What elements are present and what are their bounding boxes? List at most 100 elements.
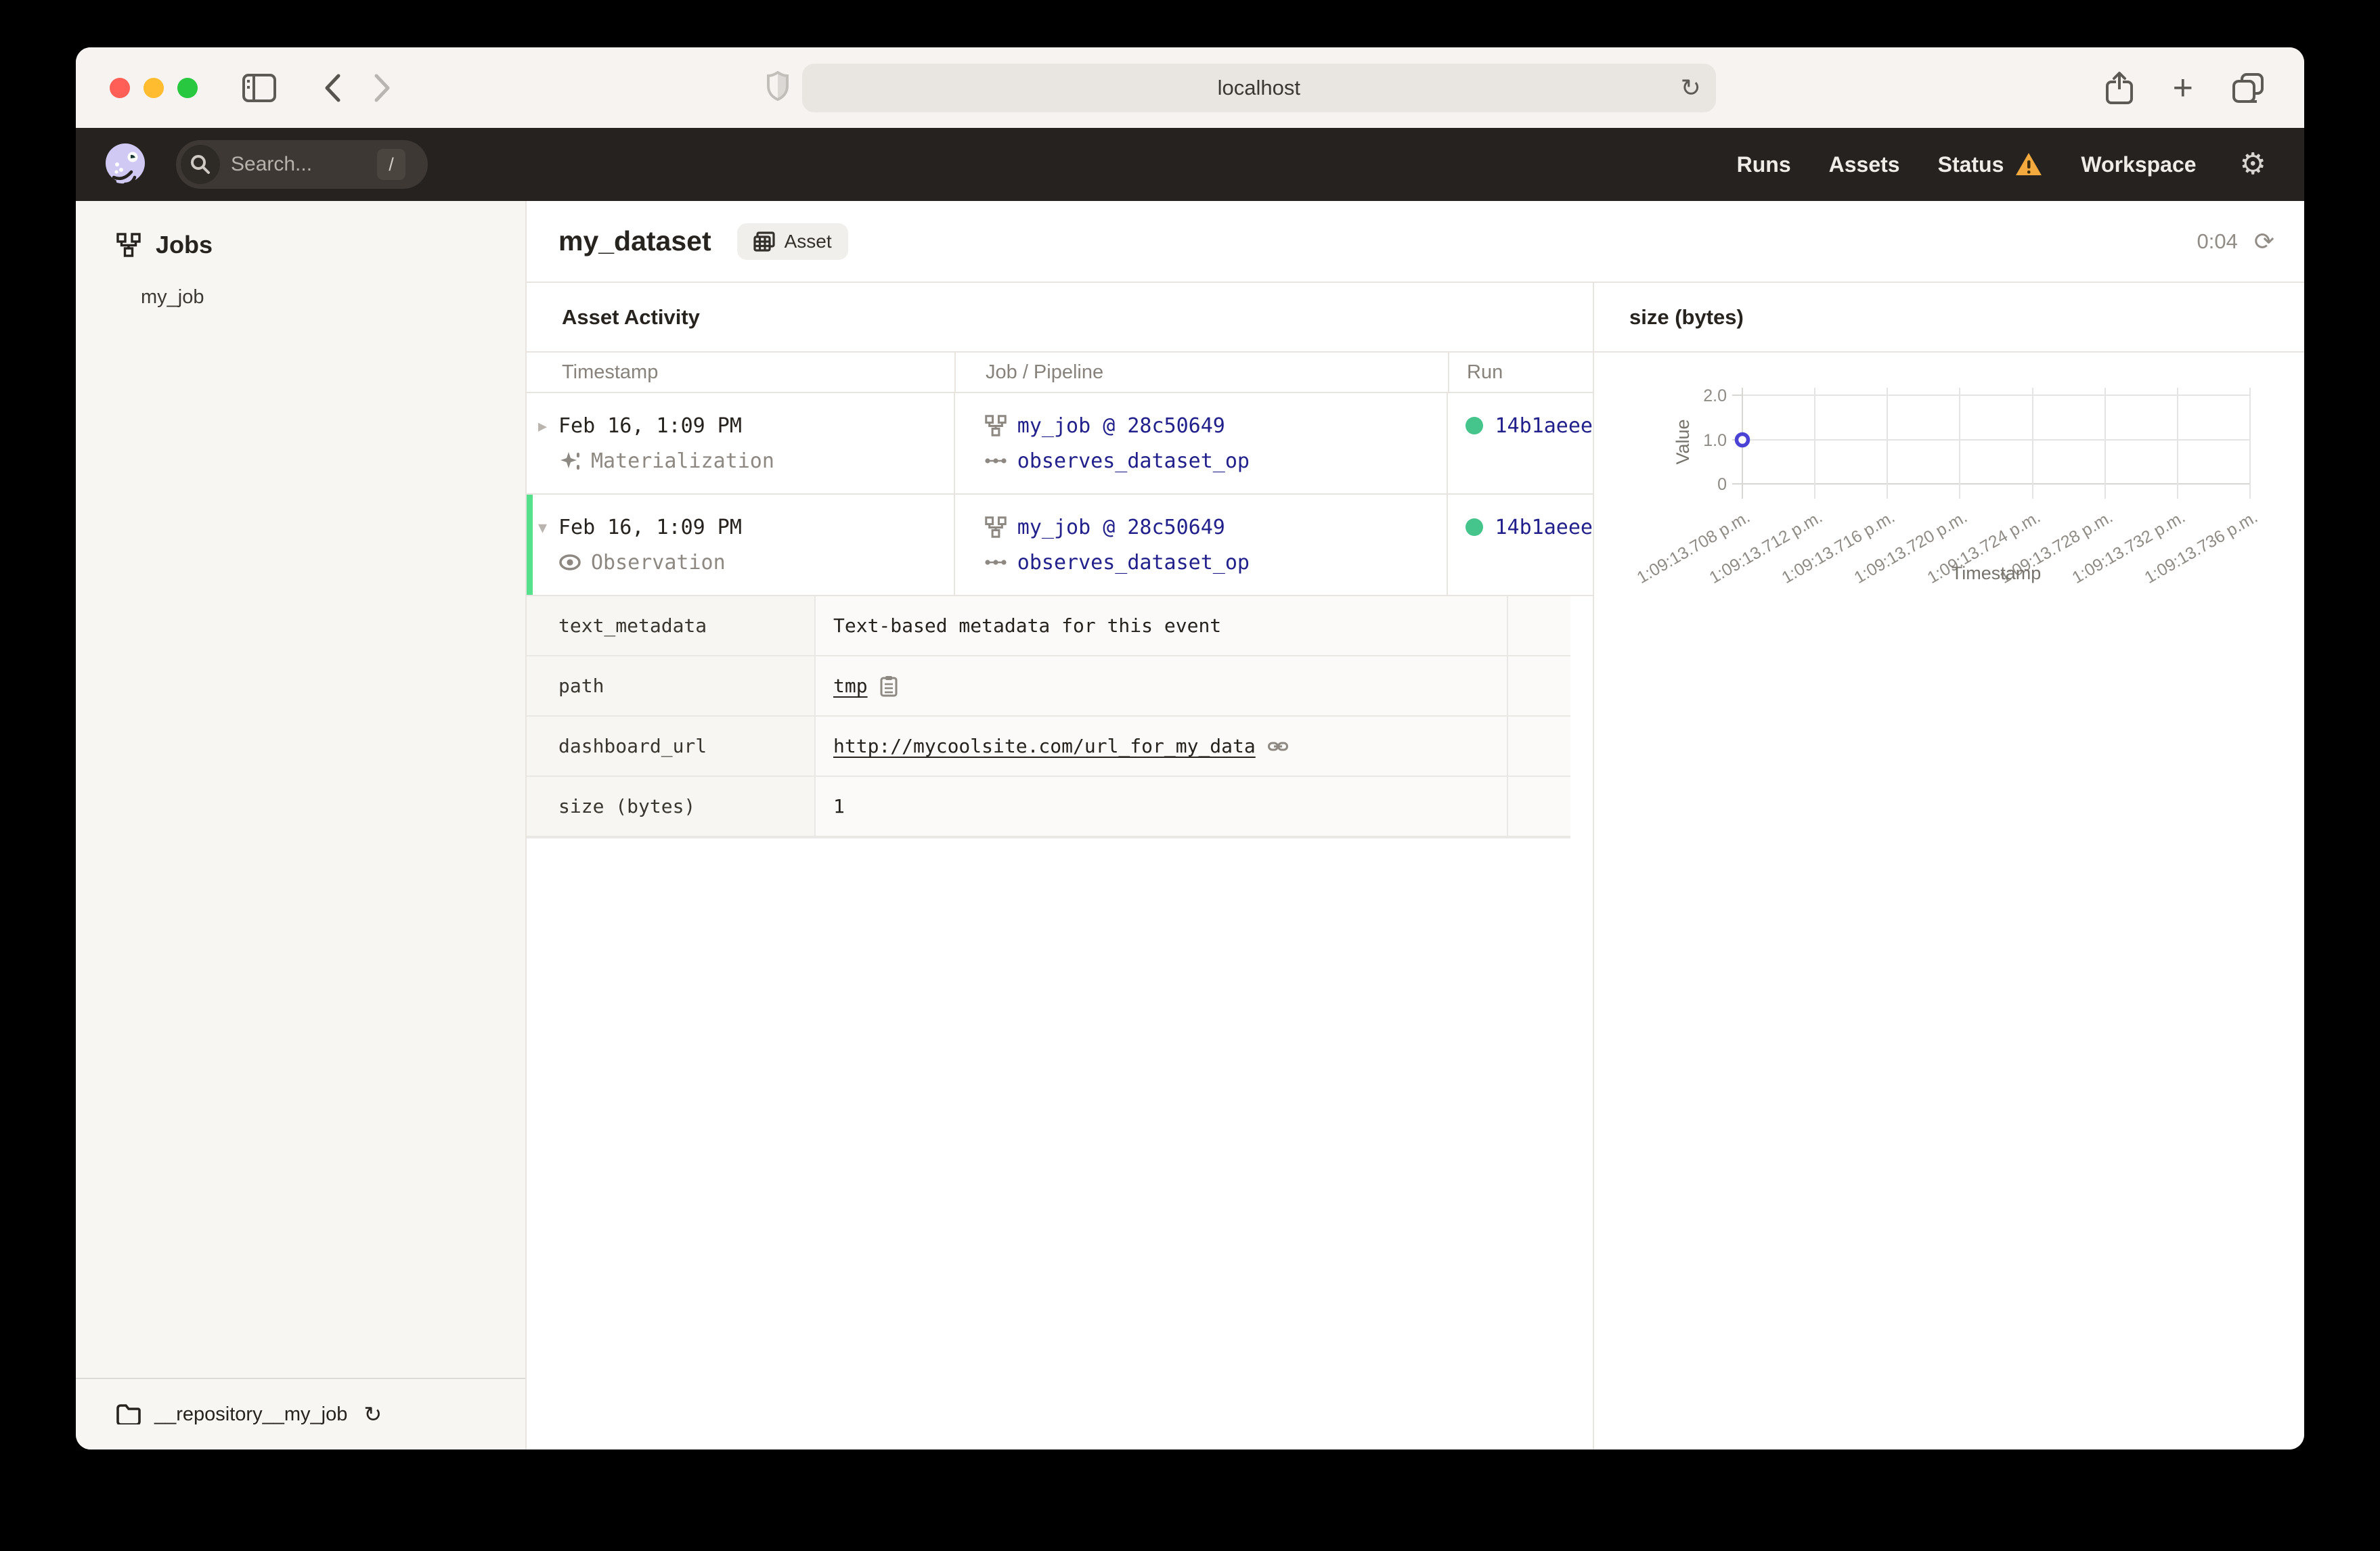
op-chain-icon bbox=[985, 458, 1007, 464]
back-button[interactable] bbox=[324, 73, 341, 103]
global-search[interactable]: / bbox=[176, 140, 428, 189]
refresh-button[interactable]: ⟳ bbox=[2254, 229, 2274, 254]
sidebar-item-my-job[interactable]: my_job bbox=[141, 286, 525, 309]
search-shortcut-badge: / bbox=[377, 149, 405, 180]
tab-overview-icon bbox=[2232, 72, 2264, 103]
y-tick-1: 1.0 bbox=[1703, 431, 1727, 450]
left-sidebar: Jobs my_job __repository__my_job ↻ bbox=[76, 201, 527, 1449]
repository-footer: __repository__my_job ↻ bbox=[76, 1378, 525, 1449]
chart-title: size (bytes) bbox=[1629, 305, 1744, 329]
nav-assets[interactable]: Assets bbox=[1829, 152, 1900, 177]
event-type-label: Materialization bbox=[591, 449, 774, 473]
op-link[interactable]: observes_dataset_op bbox=[1017, 449, 1250, 473]
app-header: / Runs Assets Status Workspace ⚙ bbox=[76, 128, 2304, 201]
nav-status-label: Status bbox=[1937, 152, 2004, 177]
sidebar-jobs-title: Jobs bbox=[156, 231, 213, 258]
event-row-materialization[interactable]: ▸ Feb 16, 1:09 PM Materialization my_job… bbox=[527, 393, 1593, 495]
dagster-logo[interactable] bbox=[103, 142, 148, 187]
expand-caret-icon[interactable]: ▸ bbox=[527, 415, 558, 436]
address-bar[interactable]: localhost ↻ bbox=[801, 63, 1716, 112]
forward-button[interactable] bbox=[374, 73, 391, 103]
metadata-row-text-metadata: text_metadata Text-based metadata for th… bbox=[527, 596, 1570, 656]
observation-eye-icon bbox=[559, 554, 581, 570]
asset-page-header: my_dataset Asset 0:04 ⟳ bbox=[527, 201, 2304, 283]
minimize-window-button[interactable] bbox=[144, 77, 164, 98]
event-metadata-table: text_metadata Text-based metadata for th… bbox=[527, 596, 1570, 838]
data-point bbox=[1734, 432, 1750, 448]
zoom-window-button[interactable] bbox=[177, 77, 198, 98]
jobs-dag-icon bbox=[116, 233, 141, 257]
plus-icon: + bbox=[2172, 68, 2193, 108]
metadata-row-dashboard-url: dashboard_url http://mycoolsite.com/url_… bbox=[527, 717, 1570, 777]
reload-page-button[interactable]: ↻ bbox=[1681, 75, 1701, 100]
col-job-pipeline: Job / Pipeline bbox=[956, 353, 1449, 392]
asset-activity-panel: Asset Activity Timestamp Job / Pipeline … bbox=[527, 283, 1594, 1449]
copy-clipboard-icon[interactable] bbox=[880, 675, 898, 697]
main-content: my_dataset Asset 0:04 ⟳ Asset Activity T… bbox=[527, 201, 2304, 1449]
search-icon-circle bbox=[181, 145, 220, 184]
sidebar-toggle-icon bbox=[242, 73, 276, 102]
run-id-link[interactable]: 14b1aeee bbox=[1495, 414, 1593, 438]
nav-status[interactable]: Status bbox=[1938, 152, 2044, 177]
metadata-key: size (bytes) bbox=[527, 777, 816, 836]
y-tick-2: 2.0 bbox=[1703, 386, 1727, 405]
materialization-sparkle-icon bbox=[560, 452, 579, 470]
new-tab-button[interactable]: + bbox=[2173, 70, 2193, 106]
nav-runs[interactable]: Runs bbox=[1737, 152, 1791, 177]
col-run: Run bbox=[1467, 361, 1503, 383]
event-type-label: Observation bbox=[591, 550, 726, 575]
sidebar-toggle-button[interactable] bbox=[242, 73, 276, 102]
warning-triangle-icon bbox=[2016, 153, 2042, 175]
y-axis-title: Value bbox=[1673, 419, 1693, 464]
settings-gear-icon[interactable]: ⚙ bbox=[2240, 150, 2266, 179]
repository-reload-button[interactable]: ↻ bbox=[363, 1403, 382, 1425]
privacy-shield-icon[interactable] bbox=[766, 70, 789, 104]
y-tick-0: 0 bbox=[1717, 475, 1727, 494]
window-controls bbox=[110, 77, 198, 98]
metadata-key: dashboard_url bbox=[527, 717, 816, 776]
activity-table-header: Timestamp Job / Pipeline Run bbox=[527, 353, 1593, 393]
search-icon bbox=[191, 155, 210, 174]
metadata-row-path: path tmp bbox=[527, 656, 1570, 717]
nav-workspace[interactable]: Workspace bbox=[2081, 152, 2196, 177]
search-input[interactable] bbox=[231, 153, 359, 176]
metadata-key: text_metadata bbox=[527, 596, 816, 655]
metadata-plot-panel: size (bytes) 2.0 1.0 0 Value 1:09:13.708… bbox=[1594, 283, 2304, 1449]
forward-icon bbox=[374, 74, 390, 102]
job-link[interactable]: my_job @ 28c50649 bbox=[1017, 516, 1225, 539]
url-text: localhost bbox=[1217, 75, 1300, 99]
job-dag-icon bbox=[985, 415, 1007, 436]
job-link[interactable]: my_job @ 28c50649 bbox=[1017, 414, 1225, 438]
metadata-key: path bbox=[527, 656, 816, 715]
top-nav: Runs Assets Status Workspace ⚙ bbox=[1737, 150, 2266, 179]
back-icon bbox=[325, 74, 340, 102]
share-icon bbox=[2105, 71, 2133, 104]
dashboard-url-link[interactable]: http://mycoolsite.com/url_for_my_data bbox=[833, 735, 1256, 757]
event-row-observation[interactable]: ▾ Feb 16, 1:09 PM Observation my_job @ 2… bbox=[527, 495, 1593, 596]
x-axis-title: Timestamp bbox=[1952, 563, 2042, 583]
browser-toolbar: localhost ↻ + bbox=[76, 47, 2304, 128]
external-link-icon[interactable] bbox=[1267, 740, 1288, 752]
collapse-caret-icon[interactable]: ▾ bbox=[527, 517, 558, 538]
tab-overview-button[interactable] bbox=[2232, 72, 2264, 103]
asset-table-icon bbox=[753, 231, 775, 252]
run-status-dot bbox=[1465, 518, 1483, 536]
op-link[interactable]: observes_dataset_op bbox=[1017, 551, 1250, 575]
asset-activity-heading: Asset Activity bbox=[562, 305, 700, 329]
asset-tag: Asset bbox=[736, 223, 848, 260]
run-status-dot bbox=[1465, 417, 1483, 434]
event-timestamp: Feb 16, 1:09 PM bbox=[558, 515, 742, 539]
path-link[interactable]: tmp bbox=[833, 675, 868, 697]
metadata-value: 1 bbox=[816, 777, 1508, 836]
repository-name: __repository__my_job bbox=[154, 1403, 348, 1425]
job-dag-icon bbox=[985, 516, 1007, 538]
poll-countdown: 0:04 bbox=[2197, 229, 2238, 253]
event-timestamp: Feb 16, 1:09 PM bbox=[558, 413, 742, 438]
run-id-link[interactable]: 14b1aeee bbox=[1495, 516, 1593, 539]
close-window-button[interactable] bbox=[110, 77, 130, 98]
asset-tag-label: Asset bbox=[784, 230, 832, 252]
size-bytes-chart: 2.0 1.0 0 Value 1:09:13.708 p.m. 1:09:13… bbox=[1633, 386, 2261, 587]
folder-icon bbox=[116, 1404, 141, 1424]
share-button[interactable] bbox=[2105, 71, 2134, 105]
metadata-value: Text-based metadata for this event bbox=[816, 596, 1508, 655]
